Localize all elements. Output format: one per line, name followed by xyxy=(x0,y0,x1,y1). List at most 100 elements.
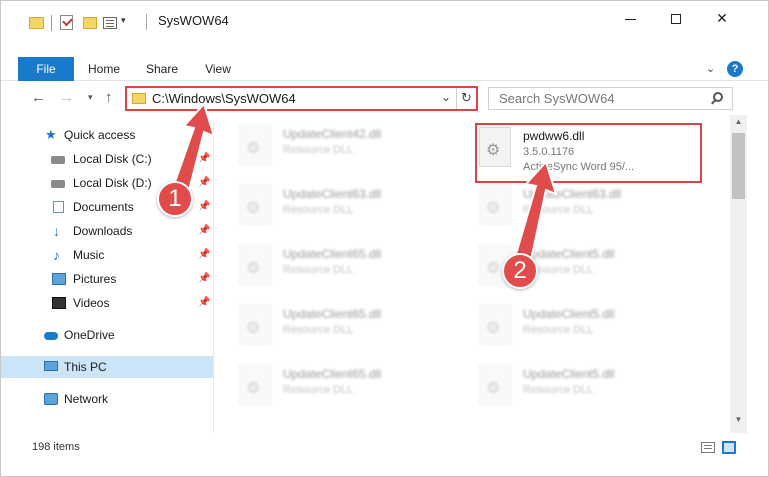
folder-icon xyxy=(132,93,146,104)
file-description: Resource DLL xyxy=(523,324,594,336)
sidebar-item-label: This PC xyxy=(64,360,107,374)
sidebar-item-label: Quick access xyxy=(64,128,136,142)
navigation-pane: ★ Quick access Local Disk (C:) 📌 Local D… xyxy=(1,121,214,433)
address-bar[interactable]: C:\Windows\SysWOW64 ⌄ ↻ xyxy=(125,86,478,111)
pin-icon[interactable]: 📌 xyxy=(198,148,210,170)
list-item[interactable]: UpdateClient5.dll Resource DLL xyxy=(477,363,697,409)
sidebar-item-label: Downloads xyxy=(73,224,133,238)
tab-share[interactable]: Share xyxy=(135,57,189,81)
file-description: Resource DLL xyxy=(283,324,354,336)
search-input[interactable]: Search SysWOW64 xyxy=(499,91,615,106)
computer-icon xyxy=(44,361,58,371)
list-item[interactable]: UpdateClient63.dll Resource DLL xyxy=(237,183,457,229)
download-icon: ↓ xyxy=(53,223,60,239)
search-icon[interactable] xyxy=(713,92,723,102)
file-name: UpdateClient65.dll xyxy=(283,307,382,321)
pin-icon[interactable]: 📌 xyxy=(198,172,210,194)
list-item[interactable]: UpdateClient5.dll Resource DLL xyxy=(477,303,697,349)
tab-home[interactable]: Home xyxy=(79,57,129,81)
list-item[interactable]: UpdateClient65.dll Resource DLL xyxy=(237,243,457,289)
pin-icon[interactable]: 📌 xyxy=(198,220,210,242)
up-arrow-icon[interactable]: ↑ xyxy=(105,89,113,106)
expand-ribbon-icon[interactable]: ⌄ xyxy=(706,62,715,75)
item-count: 198 items xyxy=(32,441,80,453)
new-folder-icon[interactable] xyxy=(83,17,97,29)
back-arrow-icon[interactable]: ← xyxy=(31,89,46,106)
pin-icon[interactable]: 📌 xyxy=(198,244,210,266)
sidebar-item-quick-access[interactable]: ★ Quick access xyxy=(1,124,213,146)
drive-icon xyxy=(51,180,65,188)
properties-check-icon[interactable] xyxy=(60,15,73,30)
list-item[interactable]: UpdateClient65.dll Resource DLL xyxy=(237,363,457,409)
large-icons-view-icon[interactable] xyxy=(722,441,736,454)
tab-file[interactable]: File xyxy=(18,57,74,81)
sidebar-item-local-disk-c[interactable]: Local Disk (C:) 📌 xyxy=(1,148,213,170)
folder-icon[interactable] xyxy=(29,17,44,29)
title-bar: ▾ SysWOW64 ✕ xyxy=(1,1,768,41)
address-path[interactable]: C:\Windows\SysWOW64 xyxy=(152,91,296,106)
address-dropdown-icon[interactable]: ⌄ xyxy=(441,90,451,104)
file-description: Resource DLL xyxy=(523,384,594,396)
dll-file-icon xyxy=(479,185,511,225)
sidebar-item-downloads[interactable]: ↓ Downloads 📌 xyxy=(1,220,213,242)
maximize-icon xyxy=(671,14,681,25)
step-marker-1: 1 xyxy=(157,181,193,217)
window-title: SysWOW64 xyxy=(158,13,229,28)
list-item[interactable]: UpdateClient63.dll Resource DLL xyxy=(477,183,697,229)
search-box[interactable]: Search SysWOW64 xyxy=(488,87,733,110)
scrollbar-thumb[interactable] xyxy=(732,133,745,199)
scroll-down-icon[interactable]: ▼ xyxy=(730,415,747,424)
list-item[interactable]: UpdateClient65.dll Resource DLL xyxy=(237,303,457,349)
sidebar-item-label: OneDrive xyxy=(64,328,115,342)
properties-icon[interactable] xyxy=(103,17,117,29)
help-icon[interactable]: ? xyxy=(727,61,743,77)
pin-icon[interactable]: 📌 xyxy=(198,268,210,290)
scroll-up-icon[interactable]: ▲ xyxy=(730,117,747,126)
sidebar-item-network[interactable]: Network xyxy=(1,388,213,410)
close-button[interactable]: ✕ xyxy=(699,1,745,35)
details-view-icon[interactable] xyxy=(701,442,715,453)
sidebar-item-this-pc[interactable]: This PC xyxy=(1,356,213,378)
star-icon: ★ xyxy=(45,127,57,142)
minimize-button[interactable] xyxy=(607,1,653,35)
music-icon: ♪ xyxy=(53,247,60,263)
file-description: Resource DLL xyxy=(283,384,354,396)
step-marker-2: 2 xyxy=(502,253,538,289)
file-name: UpdateClient65.dll xyxy=(283,367,382,381)
pin-icon[interactable]: 📌 xyxy=(198,292,210,314)
maximize-button[interactable] xyxy=(653,1,699,35)
dll-file-icon xyxy=(479,365,511,405)
title-divider xyxy=(146,14,147,30)
sidebar-item-onedrive[interactable]: OneDrive xyxy=(1,324,213,346)
list-item[interactable]: UpdateClient42.dll Resource DLL xyxy=(237,123,457,169)
sidebar-item-pictures[interactable]: Pictures 📌 xyxy=(1,268,213,290)
cloud-icon xyxy=(44,332,58,340)
dll-file-icon xyxy=(239,305,271,345)
sidebar-item-music[interactable]: ♪ Music 📌 xyxy=(1,244,213,266)
drive-icon xyxy=(51,156,65,164)
ribbon-tabs: File Home Share View ⌄ ? xyxy=(1,57,768,81)
file-name: UpdateClient5.dll xyxy=(523,247,615,261)
forward-arrow-icon[interactable]: → xyxy=(59,89,74,106)
customize-toolbar-icon[interactable]: ▾ xyxy=(121,15,126,26)
file-description: Resource DLL xyxy=(283,264,354,276)
pin-icon[interactable]: 📌 xyxy=(198,196,210,218)
documents-icon xyxy=(53,201,64,213)
sidebar-item-label: Documents xyxy=(73,200,134,214)
dll-file-icon xyxy=(239,125,271,165)
refresh-icon[interactable]: ↻ xyxy=(456,88,476,109)
dll-file-icon xyxy=(239,245,271,285)
file-list: UpdateClient42.dll Resource DLL UpdateCl… xyxy=(215,115,729,433)
quick-access-divider xyxy=(51,15,52,31)
dll-file-icon xyxy=(239,365,271,405)
file-name: UpdateClient63.dll xyxy=(523,187,622,201)
sidebar-item-label: Music xyxy=(73,248,105,262)
tab-view[interactable]: View xyxy=(195,57,241,81)
sidebar-item-videos[interactable]: Videos 📌 xyxy=(1,292,213,314)
file-name: UpdateClient5.dll xyxy=(523,367,615,381)
highlight-box xyxy=(475,123,702,183)
vertical-scrollbar[interactable]: ▲ ▼ xyxy=(730,115,747,433)
sidebar-item-label: Videos xyxy=(73,296,110,310)
file-description: Resource DLL xyxy=(283,204,354,216)
recent-locations-icon[interactable]: ▾ xyxy=(88,92,93,103)
